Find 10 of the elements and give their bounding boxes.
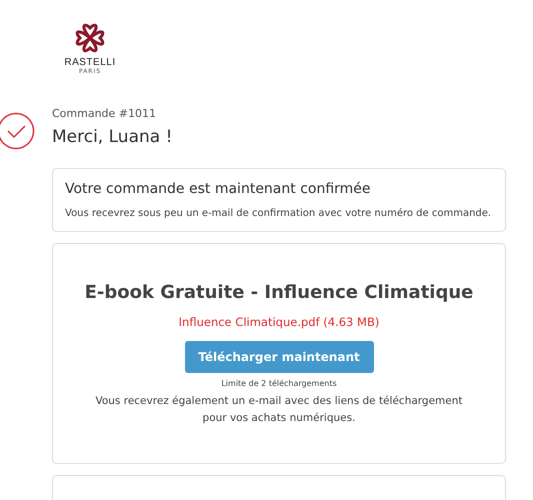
confirmation-title: Votre commande est maintenant confirmée — [65, 181, 372, 198]
order-number: Commande #1011 — [52, 106, 158, 122]
download-button[interactable]: Télécharger maintenant — [184, 341, 374, 374]
file-name: Influence Climatique.pdf (4.63 MB) — [178, 315, 380, 330]
ebook-title: E-book Gratuite - Influence Climatique — [84, 282, 474, 304]
confirmation-text: Vous recevrez sous peu un e-mail de confirmation avec votre numéro de commande. — [65, 206, 492, 221]
download-limit: Limite de 2 téléchargements — [221, 379, 337, 388]
download-note: Vous recevrez également un e-mail avec des liens de téléchargement pour vos achats numériques. — [94, 394, 464, 426]
brand-name: RASTELLI — [64, 58, 116, 68]
greeting-heading: Merci, Luana ! — [52, 126, 174, 148]
